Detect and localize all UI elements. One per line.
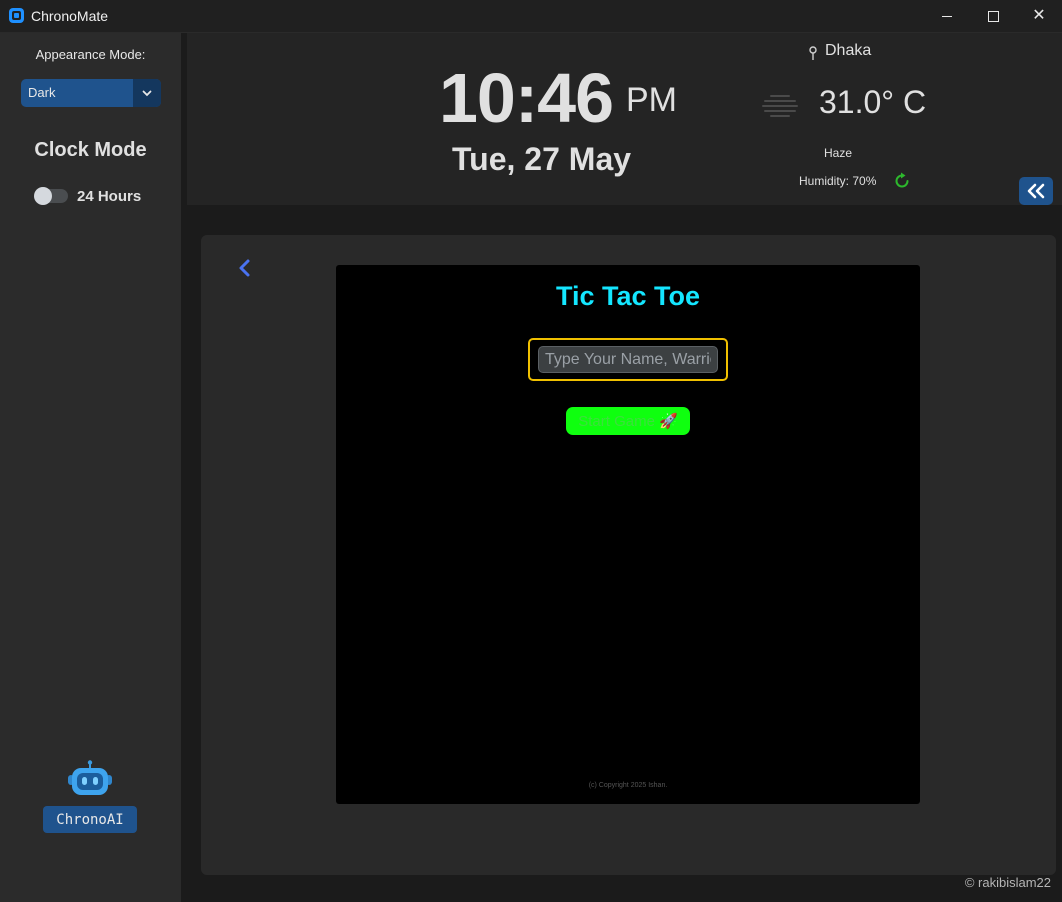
appearance-mode-dropdown[interactable]: Dark [21,79,161,107]
footer-credit: © rakibislam22 [964,875,1051,890]
back-chevron-icon[interactable] [234,256,256,280]
24-hours-switch[interactable] [34,187,68,205]
player-name-input[interactable] [538,346,718,373]
dropdown-arrow[interactable] [133,79,161,107]
app-icon [9,8,24,23]
game-title: Tic Tac Toe [555,281,701,311]
clock-time: 10:46 [439,59,614,137]
haze-icon [762,95,798,117]
location-pin-icon [809,46,817,60]
24-hours-label: 24 Hours [77,188,142,205]
appearance-mode-label: Appearance Mode: [35,47,146,62]
minimize-button[interactable] [924,0,970,32]
name-input-frame [528,338,728,381]
game-copyright: (c) Copyright 2025 Ishan. [588,782,668,789]
clock-weather-header: 10:46 PM Tue, 27 May Dhaka 31.0° C Haze … [187,33,1062,205]
sidebar: Appearance Mode: Dark Clock Mode 24 Hour… [0,33,181,902]
double-chevron-left-icon [1027,183,1045,199]
robot-icon[interactable] [66,760,114,800]
close-button[interactable]: ✕ [1016,0,1062,32]
game-view: Tic Tac Toe Start Game 🚀 (c) Copyright 2… [336,265,920,804]
maximize-button[interactable] [970,0,1016,32]
switch-knob[interactable] [34,187,52,205]
appearance-mode-value: Dark [28,85,56,100]
window-title: ChronoMate [31,8,109,24]
start-game-button[interactable]: Start Game 🚀 [566,407,690,435]
weather-city: Dhaka [825,42,872,59]
clock-mode-title: Clock Mode [34,139,147,161]
clock-date: Tue, 27 May [452,141,632,177]
collapse-button[interactable] [1019,177,1053,205]
clock-ampm: PM [626,81,677,119]
close-icon: ✕ [1032,7,1046,24]
chronoai-button[interactable]: ChronoAI [43,806,137,833]
maximize-icon [987,10,999,22]
title-bar: ChronoMate ✕ [0,0,1062,33]
weather-condition: Haze [824,146,853,160]
weather-temperature: 31.0° C [819,84,927,120]
minimize-icon [942,15,952,17]
weather-humidity: Humidity: 70% [799,174,877,188]
refresh-icon[interactable] [893,172,911,190]
chevron-down-icon [142,90,152,96]
